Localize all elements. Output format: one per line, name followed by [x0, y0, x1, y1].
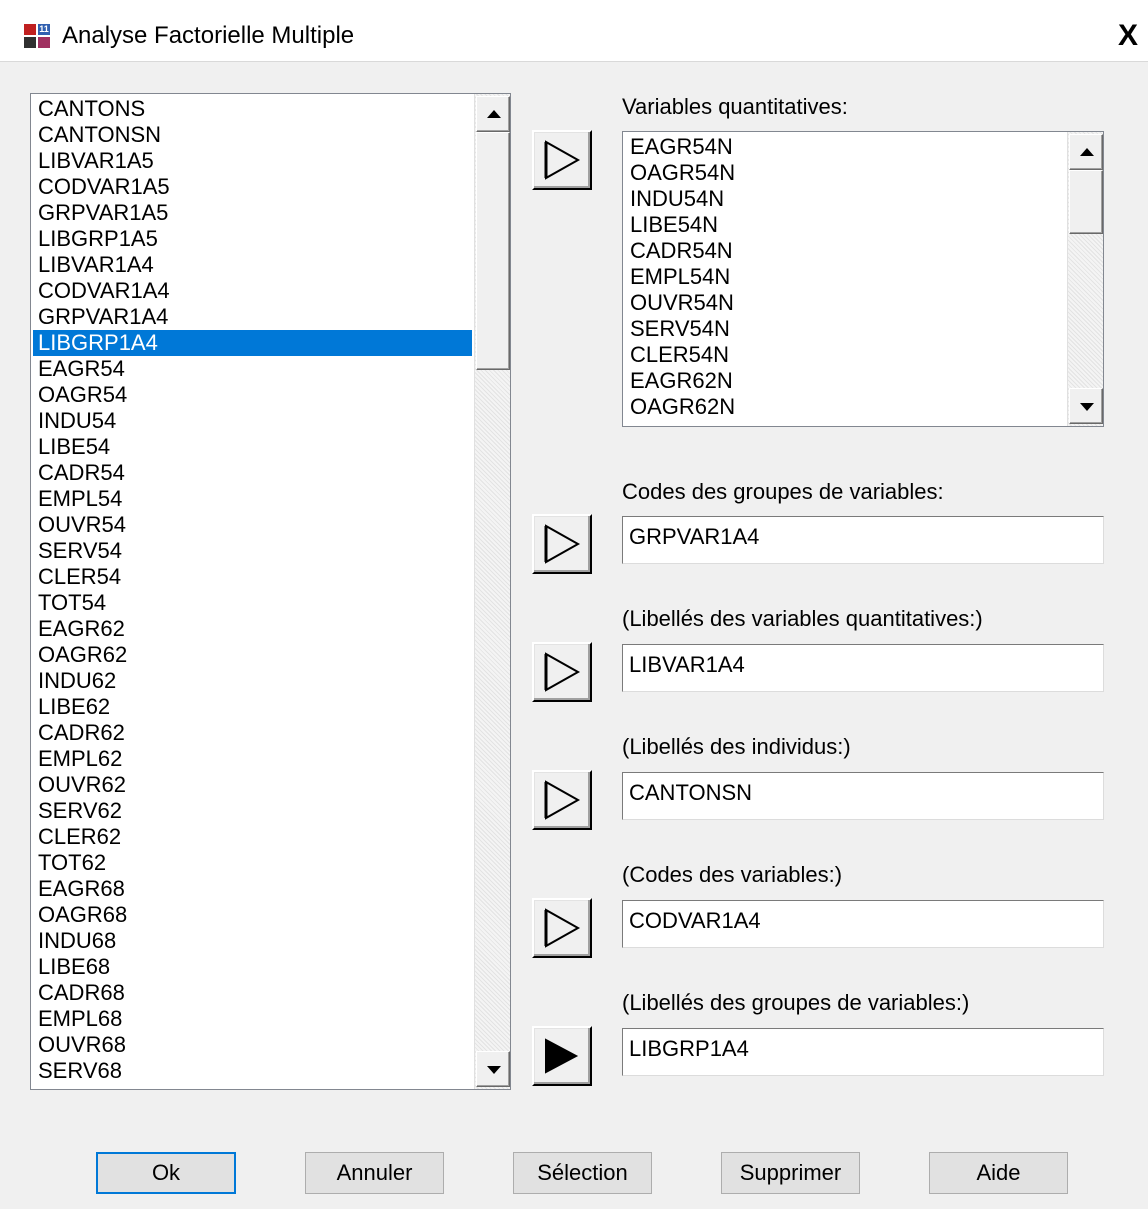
- add-individual-labels-button[interactable]: [532, 770, 592, 830]
- selection-button[interactable]: Sélection: [513, 1152, 652, 1194]
- available-item[interactable]: GRPVAR1A5: [33, 200, 472, 226]
- quant-variables-label: Variables quantitatives:: [622, 94, 848, 119]
- add-variable-codes-button[interactable]: [532, 898, 592, 958]
- scroll-thumb[interactable]: [476, 132, 510, 370]
- available-item[interactable]: INDU54: [33, 408, 472, 434]
- individual-labels-label: (Libellés des individus:): [622, 734, 851, 759]
- available-item[interactable]: OAGR68: [33, 902, 472, 928]
- available-item[interactable]: OUVR62: [33, 772, 472, 798]
- available-item[interactable]: CLER54: [33, 564, 472, 590]
- available-item[interactable]: CADR62: [33, 720, 472, 746]
- close-button[interactable]: X: [1108, 18, 1148, 54]
- quant-item[interactable]: SERV54N: [625, 316, 1065, 342]
- quant-item[interactable]: EMPL54N: [625, 264, 1065, 290]
- available-item[interactable]: LIBVAR1A5: [33, 148, 472, 174]
- quant-labels-field[interactable]: LIBVAR1A4: [622, 644, 1104, 692]
- available-item[interactable]: OUVR54: [33, 512, 472, 538]
- available-item[interactable]: CADR68: [33, 980, 472, 1006]
- group-labels-field[interactable]: LIBGRP1A4: [622, 1028, 1104, 1076]
- available-item[interactable]: SERV54: [33, 538, 472, 564]
- quant-scroll-thumb[interactable]: [1069, 170, 1103, 234]
- add-quant-variables-button[interactable]: [532, 130, 592, 190]
- cancel-button[interactable]: Annuler: [305, 1152, 444, 1194]
- app-icon: 11: [24, 24, 52, 50]
- add-group-labels-button[interactable]: [532, 1026, 592, 1086]
- quant-item[interactable]: OAGR54N: [625, 160, 1065, 186]
- quant-labels-label: (Libellés des variables quantitatives:): [622, 606, 983, 631]
- scroll-down-button[interactable]: [476, 1051, 510, 1087]
- available-item[interactable]: LIBGRP1A4: [33, 330, 472, 356]
- quant-item[interactable]: OUVR54N: [625, 290, 1065, 316]
- group-codes-label: Codes des groupes de variables:: [622, 479, 944, 504]
- available-item[interactable]: CANTONS: [33, 96, 472, 122]
- individual-labels-field[interactable]: CANTONSN: [622, 772, 1104, 820]
- available-item[interactable]: LIBE62: [33, 694, 472, 720]
- available-item[interactable]: GRPVAR1A4: [33, 304, 472, 330]
- add-group-codes-button[interactable]: [532, 514, 592, 574]
- scroll-down-icon: [487, 1066, 501, 1074]
- add-quant-labels-button[interactable]: [532, 642, 592, 702]
- available-item[interactable]: INDU68: [33, 928, 472, 954]
- arrow-right-outline-icon: [544, 908, 581, 948]
- available-item[interactable]: EMPL54: [33, 486, 472, 512]
- available-item[interactable]: OAGR54: [33, 382, 472, 408]
- available-item[interactable]: SERV68: [33, 1058, 472, 1084]
- variable-codes-label: (Codes des variables:): [622, 862, 843, 887]
- available-item[interactable]: CANTONSN: [33, 122, 472, 148]
- available-item[interactable]: TOT62: [33, 850, 472, 876]
- available-item[interactable]: EMPL68: [33, 1006, 472, 1032]
- help-button[interactable]: Aide: [929, 1152, 1068, 1194]
- available-item[interactable]: CLER62: [33, 824, 472, 850]
- available-item[interactable]: INDU62: [33, 668, 472, 694]
- group-labels-label: (Libellés des groupes de variables:): [622, 990, 970, 1015]
- available-item[interactable]: CODVAR1A5: [33, 174, 472, 200]
- group-codes-field[interactable]: GRPVAR1A4: [622, 516, 1104, 564]
- quant-scroll-up-button[interactable]: [1069, 134, 1103, 170]
- scroll-up-icon: [487, 110, 501, 118]
- arrow-right-outline-icon: [544, 780, 581, 820]
- title-bar: 11 Analyse Factorielle Multiple X: [0, 0, 1148, 62]
- scroll-down-icon: [1080, 403, 1094, 411]
- available-item[interactable]: LIBVAR1A4: [33, 252, 472, 278]
- delete-button[interactable]: Supprimer: [721, 1152, 860, 1194]
- quant-item[interactable]: INDU54N: [625, 186, 1065, 212]
- ok-button[interactable]: Ok: [96, 1152, 236, 1194]
- window-title: Analyse Factorielle Multiple: [62, 22, 355, 49]
- available-item[interactable]: LIBGRP1A5: [33, 226, 472, 252]
- available-item[interactable]: EAGR68: [33, 876, 472, 902]
- available-item[interactable]: OUVR68: [33, 1032, 472, 1058]
- quant-item[interactable]: LIBE54N: [625, 212, 1065, 238]
- quant-list-scrollbar[interactable]: [1067, 132, 1103, 426]
- available-item[interactable]: LIBE68: [33, 954, 472, 980]
- quant-variables-list[interactable]: EAGR54N OAGR54N INDU54N LIBE54N CADR54N EMPL5…: [622, 131, 1104, 427]
- arrow-right-filled-icon: [545, 1038, 579, 1074]
- quant-item[interactable]: EAGR62N: [625, 368, 1065, 394]
- arrow-right-outline-icon: [544, 652, 581, 692]
- available-item[interactable]: OAGR62: [33, 642, 472, 668]
- quant-item[interactable]: CADR54N: [625, 238, 1065, 264]
- available-item[interactable]: SERV62: [33, 798, 472, 824]
- quant-item[interactable]: OAGR62N: [625, 394, 1065, 420]
- quant-item[interactable]: EAGR54N: [625, 134, 1065, 160]
- available-item[interactable]: EAGR62: [33, 616, 472, 642]
- left-list-scrollbar[interactable]: [474, 94, 510, 1089]
- available-item[interactable]: CODVAR1A4: [33, 278, 472, 304]
- available-variables-list[interactable]: CANTONS CANTONSN LIBVAR1A5 CODVAR1A5 GRPVAR1…: [30, 93, 511, 1090]
- available-item[interactable]: LIBE54: [33, 434, 472, 460]
- variable-codes-field[interactable]: CODVAR1A4: [622, 900, 1104, 948]
- available-item[interactable]: EAGR54: [33, 356, 472, 382]
- arrow-right-outline-icon: [544, 140, 581, 180]
- available-item[interactable]: TOT54: [33, 590, 472, 616]
- available-item[interactable]: EMPL62: [33, 746, 472, 772]
- quant-item[interactable]: CLER54N: [625, 342, 1065, 368]
- quant-scroll-down-button[interactable]: [1069, 388, 1103, 424]
- arrow-right-outline-icon: [544, 524, 581, 564]
- available-item[interactable]: CADR54: [33, 460, 472, 486]
- scroll-up-icon: [1080, 148, 1094, 156]
- scroll-up-button[interactable]: [476, 96, 510, 132]
